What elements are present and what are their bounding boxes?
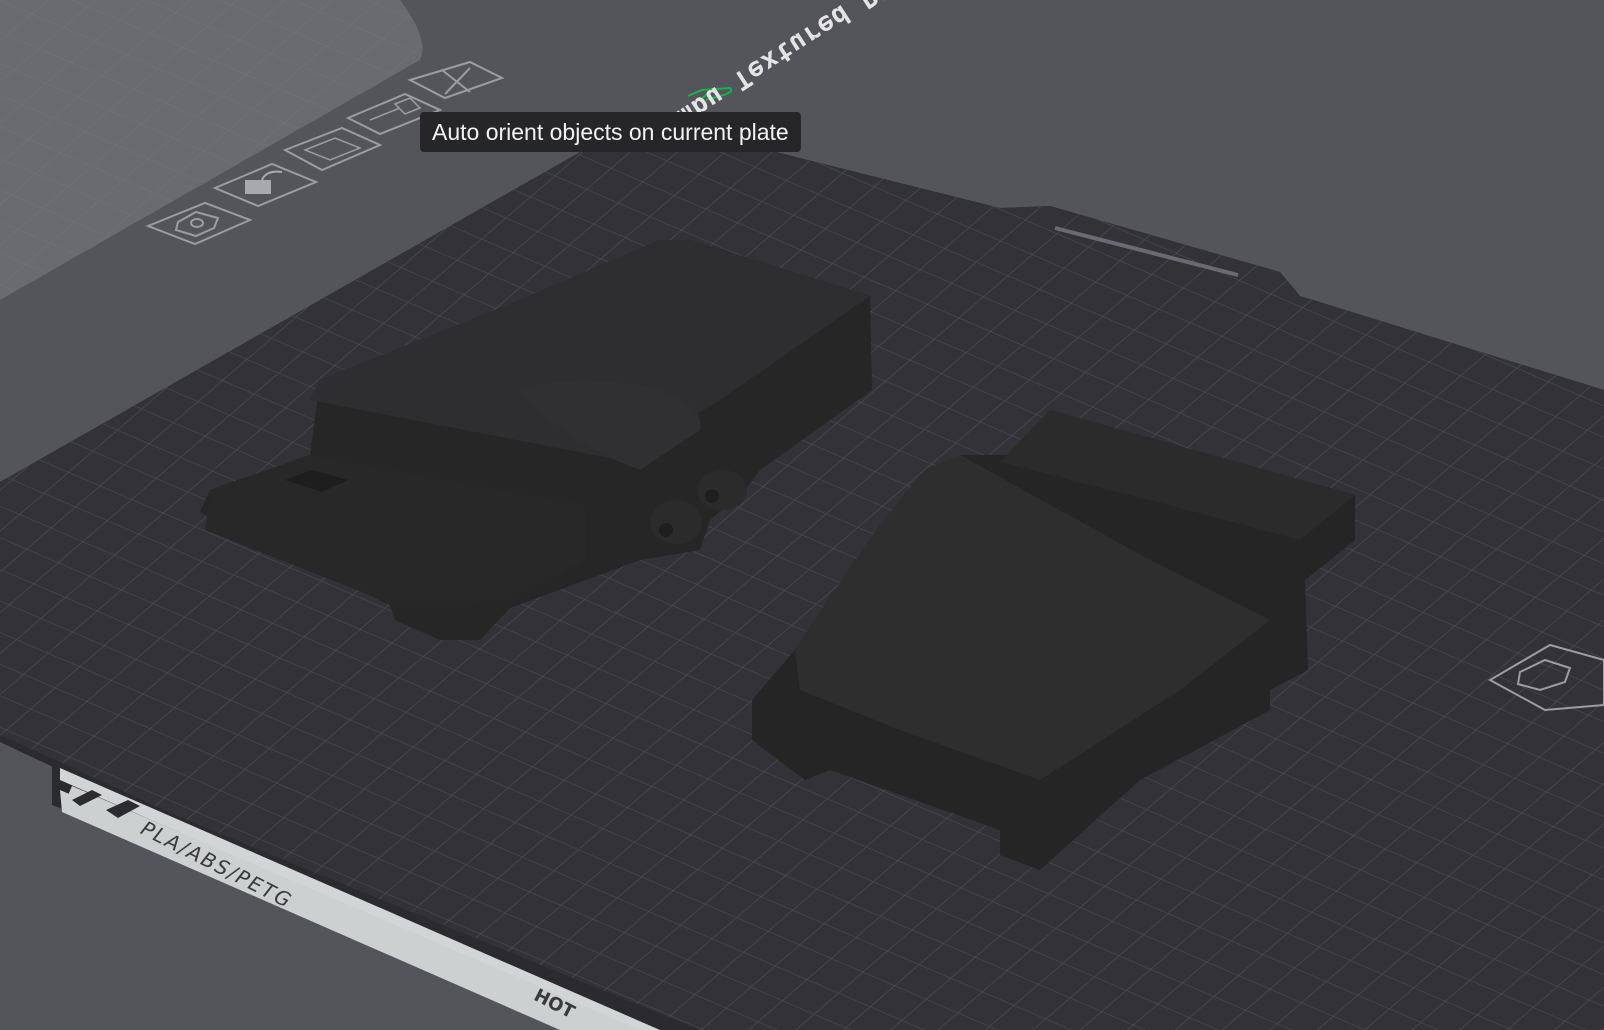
auto-orient-icon xyxy=(370,98,420,120)
delete-plate-button[interactable] xyxy=(410,62,502,98)
arrange-plate-button[interactable] xyxy=(285,128,380,170)
plate-settings-button[interactable] xyxy=(148,203,250,244)
build-plate[interactable] xyxy=(0,118,1604,1030)
tooltip: Auto orient objects on current plate xyxy=(420,112,801,152)
unlock-icon xyxy=(245,180,271,194)
adjacent-plate[interactable] xyxy=(0,0,423,300)
lock-plate-button[interactable] xyxy=(215,164,316,206)
settings-icon xyxy=(176,212,218,236)
